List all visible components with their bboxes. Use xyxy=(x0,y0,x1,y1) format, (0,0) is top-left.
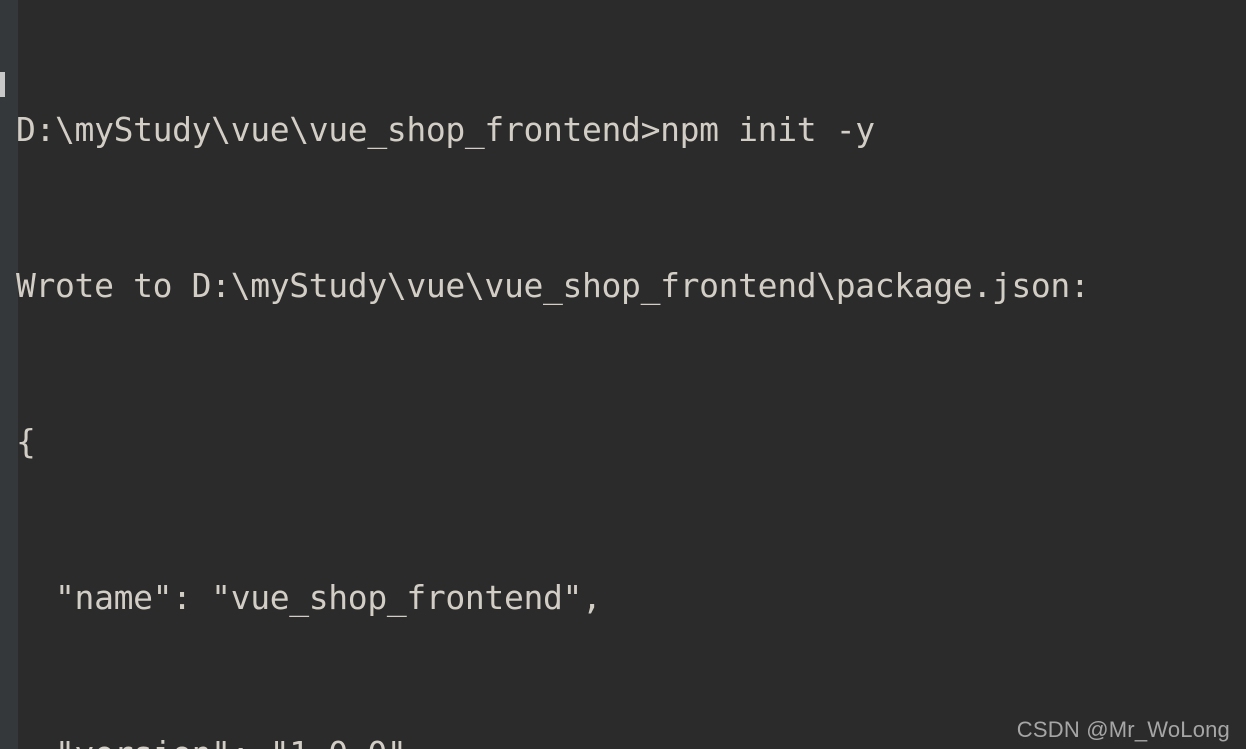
console-output[interactable]: D:\myStudy\vue\vue_shop_frontend>npm ini… xyxy=(16,0,1246,749)
watermark: CSDN @Mr_WoLong xyxy=(1016,717,1230,742)
console-line-json-open-brace: { xyxy=(16,422,36,461)
console-line-prompt-command: D:\myStudy\vue\vue_shop_frontend>npm ini… xyxy=(16,110,875,149)
console-line-wrote-to: Wrote to D:\myStudy\vue\vue_shop_fronten… xyxy=(16,266,1090,305)
terminal-window[interactable]: D:\myStudy\vue\vue_shop_frontend>npm ini… xyxy=(0,0,1246,749)
scrollbar-thumb[interactable] xyxy=(0,72,5,97)
console-line-json-name: "name": "vue_shop_frontend", xyxy=(16,578,602,617)
